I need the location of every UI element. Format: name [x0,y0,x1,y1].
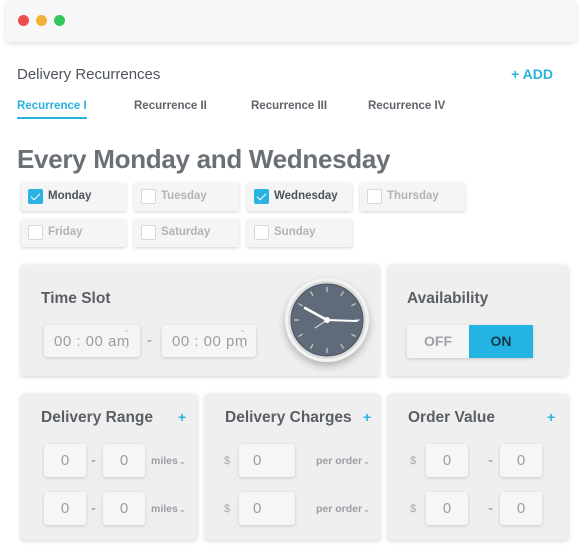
day-label: Tuesday [161,190,207,202]
day-label: Wednesday [274,190,338,202]
day-wednesday[interactable]: Wednesday [247,183,352,211]
availability-title: Availability [407,290,489,307]
order-to-input[interactable]: 0 [500,444,542,477]
range-unit-select[interactable]: miles⌄ [151,503,186,515]
end-time-value: 00 : 00 pm [172,333,248,350]
day-monday[interactable]: Monday [21,183,126,211]
day-label: Friday [48,226,83,238]
currency-symbol: $ [410,455,417,467]
start-time-input[interactable]: 00 : 00 am ⌃ ⌄ [44,325,140,357]
availability-panel: Availability [388,265,568,376]
order-from-input[interactable]: 0 [426,444,468,477]
range-unit-select[interactable]: miles⌄ [151,455,186,467]
minimize-window-button[interactable] [36,15,47,26]
order-separator: - [488,500,493,517]
end-time-stepper-icon[interactable]: ⌃ ⌄ [239,328,246,352]
tab-recurrence-1[interactable]: Recurrence I [17,100,87,119]
currency-symbol: $ [224,503,231,515]
checkbox-icon [141,225,156,240]
schedule-heading: Every Monday and Wednesday [17,144,391,174]
currency-symbol: $ [410,503,417,515]
add-order-value-button[interactable]: + [547,409,555,425]
add-range-button[interactable]: + [178,409,186,425]
day-label: Saturday [161,226,211,238]
time-separator: - [147,332,152,349]
order-from-input[interactable]: 0 [426,492,468,525]
order-separator: - [488,452,493,469]
day-thursday[interactable]: Thursday [360,183,465,211]
delivery-charges-panel: Delivery Charges + $ 0 per order⌄ $ 0 pe… [205,394,380,540]
toggle-off-option[interactable]: OFF [407,325,469,358]
checkbox-icon [141,189,156,204]
order-to-input[interactable]: 0 [500,492,542,525]
range-separator: - [91,452,96,469]
charge-unit-select[interactable]: per order⌄ [316,455,370,467]
day-label: Sunday [274,226,316,238]
add-recurrence-button[interactable]: + ADD [511,66,553,82]
day-label: Thursday [387,190,439,202]
day-tuesday[interactable]: Tuesday [134,183,239,211]
chevron-down-icon: ⌄ [178,457,186,466]
maximize-window-button[interactable] [54,15,65,26]
chevron-down-icon: ⌄ [178,505,186,514]
clock-icon [285,278,369,362]
range-separator: - [91,500,96,517]
checkbox-icon [28,225,43,240]
order-value-panel: Order Value + $ 0 - 0 $ 0 - 0 [388,394,568,540]
toggle-on-option[interactable]: ON [469,325,533,358]
availability-toggle[interactable]: OFF ON [407,325,533,358]
day-sunday[interactable]: Sunday [247,219,352,247]
day-saturday[interactable]: Saturday [134,219,239,247]
charge-input[interactable]: 0 [239,492,295,525]
currency-symbol: $ [224,455,231,467]
checkbox-icon [28,189,43,204]
section-title: Delivery Recurrences [17,66,161,83]
delivery-charges-title: Delivery Charges [225,409,352,426]
chevron-down-icon: ⌄ [363,457,370,466]
add-charge-button[interactable]: + [363,409,371,425]
order-value-title: Order Value [408,409,496,426]
range-from-input[interactable]: 0 [44,444,86,477]
window-title-bar [6,0,576,42]
start-time-value: 00 : 00 am [54,333,130,350]
range-from-input[interactable]: 0 [44,492,86,525]
range-to-input[interactable]: 0 [103,444,145,477]
day-label: Monday [48,190,92,202]
end-time-input[interactable]: 00 : 00 pm ⌃ ⌄ [162,325,256,357]
start-time-stepper-icon[interactable]: ⌃ ⌄ [123,328,130,352]
day-friday[interactable]: Friday [21,219,126,247]
checkbox-icon [367,189,382,204]
checkbox-icon [254,225,269,240]
charge-input[interactable]: 0 [239,444,295,477]
time-slot-title: Time Slot [41,290,111,307]
chevron-down-icon: ⌄ [363,505,370,514]
delivery-range-title: Delivery Range [41,409,153,426]
checkbox-icon [254,189,269,204]
close-window-button[interactable] [18,15,29,26]
delivery-range-panel: Delivery Range + 0 - 0 miles⌄ 0 - 0 mile… [21,394,197,540]
range-to-input[interactable]: 0 [103,492,145,525]
tab-recurrence-2[interactable]: Recurrence II [134,100,207,112]
tab-recurrence-3[interactable]: Recurrence III [251,100,327,112]
tab-recurrence-4[interactable]: Recurrence IV [368,100,445,112]
charge-unit-select[interactable]: per order⌄ [316,503,370,515]
